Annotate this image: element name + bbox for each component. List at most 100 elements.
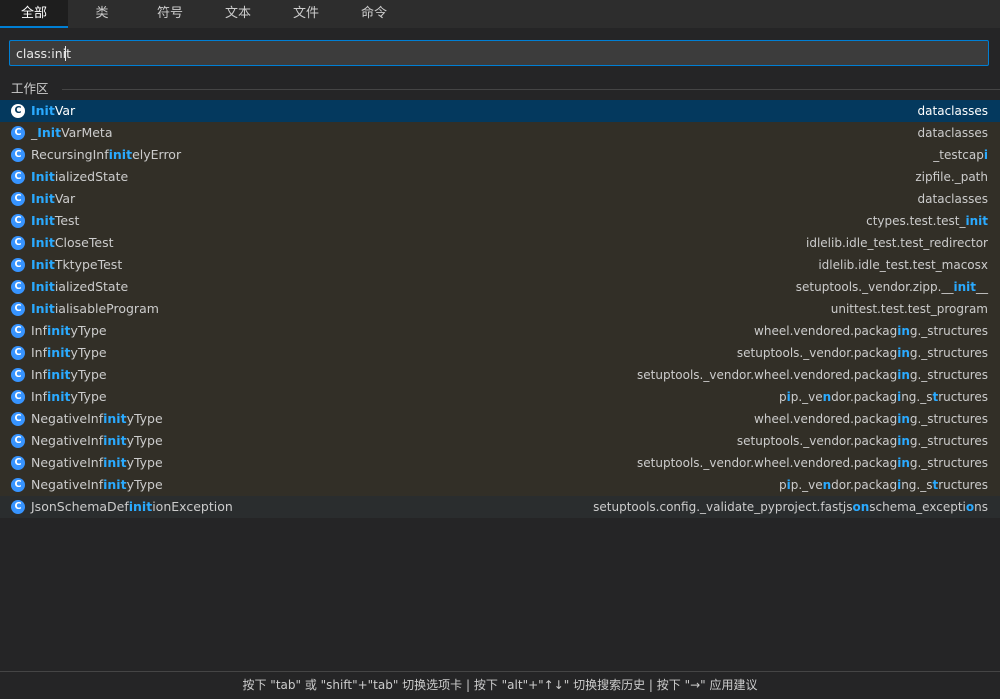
class-icon: C	[11, 368, 25, 382]
tab-commands[interactable]: 命令	[340, 0, 408, 28]
match-highlight: o	[965, 500, 975, 514]
text-segment: p._ve	[790, 478, 823, 492]
text-segment: g._structures	[909, 456, 988, 470]
match-highlight: init	[47, 323, 71, 338]
class-icon: C	[11, 236, 25, 250]
result-module-path: setuptools._vendor.zipp.__init__	[796, 276, 988, 298]
result-module-path: zipfile._path	[915, 166, 988, 188]
result-row[interactable]: C InitTktypeTest idlelib.idle_test.test_ma…	[0, 254, 1000, 276]
match-highlight: Init	[31, 103, 55, 118]
text-segment: yType	[126, 477, 163, 492]
text-segment: dor.packag	[831, 478, 898, 492]
match-highlight: init	[47, 367, 71, 382]
result-name: InfinityType	[31, 342, 107, 364]
text-segment: setuptools._vendor.zipp.__	[795, 280, 954, 294]
match-highlight: n	[822, 478, 832, 492]
class-icon: C	[11, 412, 25, 426]
result-name: InitializedState	[31, 166, 128, 188]
class-icon: C	[11, 478, 25, 492]
tab-all[interactable]: 全部	[0, 0, 68, 28]
result-row[interactable]: C InitializedState zipfile._path	[0, 166, 1000, 188]
text-segment: p._ve	[790, 390, 823, 404]
result-row[interactable]: C _InitVarMeta dataclasses	[0, 122, 1000, 144]
match-highlight: Init	[31, 301, 55, 316]
result-row[interactable]: C InitVar dataclasses	[0, 188, 1000, 210]
section-label: 工作区	[11, 81, 49, 96]
class-icon: C	[11, 148, 25, 162]
result-row[interactable]: C InitialisableProgram unittest.test.test_…	[0, 298, 1000, 320]
text-segment: ionException	[152, 499, 233, 514]
text-segment: setuptools.config._validate_pyproject.fa…	[593, 500, 853, 514]
result-row[interactable]: C InfinityType setuptools._vendor.wheel.ve…	[0, 364, 1000, 386]
text-segment: yType	[126, 411, 163, 426]
match-highlight: Init	[31, 257, 55, 272]
text-segment: yType	[70, 367, 107, 382]
result-name: _InitVarMeta	[31, 122, 112, 144]
result-row[interactable]: C NegativeInfinityType setuptools._vendor.…	[0, 430, 1000, 452]
result-row[interactable]: C RecursingInfinitelyError _testcapi	[0, 144, 1000, 166]
text-segment: NegativeInf	[31, 433, 104, 448]
class-icon: C	[11, 280, 25, 294]
text-segment: yType	[126, 433, 163, 448]
text-segment: Inf	[31, 367, 48, 382]
tab-files[interactable]: 文件	[272, 0, 340, 28]
result-module-path: dataclasses	[918, 122, 988, 144]
tab-classes[interactable]: 类	[68, 0, 136, 28]
text-segment: setuptools._vendor.packag	[736, 346, 898, 360]
result-row[interactable]: C InfinityType setuptools._vendor.packagin…	[0, 342, 1000, 364]
result-row[interactable]: C NegativeInfinityType wheel.vendored.pack…	[0, 408, 1000, 430]
text-segment: ializedState	[54, 279, 129, 294]
result-row[interactable]: C NegativeInfinityType setuptools._vendor.…	[0, 452, 1000, 474]
result-name: NegativeInfinityType	[31, 430, 163, 452]
match-highlight: init	[128, 499, 153, 514]
result-row[interactable]: C InfinityType pip._vendor.packaging._stru…	[0, 386, 1000, 408]
class-icon: C	[11, 324, 25, 338]
result-module-path: dataclasses	[918, 100, 988, 122]
result-row[interactable]: C NegativeInfinityType pip._vendor.packagi…	[0, 474, 1000, 496]
class-icon: C	[11, 126, 25, 140]
tab-text[interactable]: 文本	[204, 0, 272, 28]
text-segment: schema_excepti	[869, 500, 966, 514]
text-segment: _testcap	[933, 148, 984, 162]
result-name: NegativeInfinityType	[31, 452, 163, 474]
text-segment: idlelib.idle_test.test_macosx	[818, 258, 988, 272]
text-segment: idlelib.idle_test.test_redirector	[806, 236, 988, 250]
match-highlight: init	[108, 147, 133, 162]
result-module-path: ctypes.test.test_init	[866, 210, 988, 232]
result-name: InitTktypeTest	[31, 254, 122, 276]
text-segment: ructures	[938, 478, 988, 492]
result-module-path: setuptools.config._validate_pyproject.fa…	[593, 496, 988, 518]
result-row[interactable]: C InitializedState setuptools._vendor.zipp…	[0, 276, 1000, 298]
result-name: InitializedState	[31, 276, 128, 298]
text-segment: wheel.vendored.packag	[754, 324, 898, 338]
text-segment: Inf	[31, 389, 48, 404]
match-highlight: i	[983, 148, 988, 162]
result-row[interactable]: C JsonSchemaDefinitionException setuptools…	[0, 496, 1000, 518]
search-box	[9, 40, 989, 66]
text-segment: dor.packag	[831, 390, 898, 404]
class-icon: C	[11, 214, 25, 228]
class-icon: C	[11, 170, 25, 184]
result-row[interactable]: C InitTest ctypes.test.test_init	[0, 210, 1000, 232]
result-row[interactable]: C InitVar dataclasses	[0, 100, 1000, 122]
result-row[interactable]: C InfinityType wheel.vendored.packaging._s…	[0, 320, 1000, 342]
footer-hint: 按下 "tab" 或 "shift"+"tab" 切换选项卡 | 按下 "alt…	[0, 671, 1000, 698]
text-segment: ialisableProgram	[54, 301, 159, 316]
text-segment: __	[976, 280, 988, 294]
match-highlight: in	[897, 346, 910, 360]
result-row[interactable]: C InitCloseTest idlelib.idle_test.test_red…	[0, 232, 1000, 254]
result-module-path: setuptools._vendor.packaging._structures	[737, 430, 988, 452]
section-header-workspace: 工作区	[0, 80, 1000, 100]
result-module-path: setuptools._vendor.wheel.vendored.packag…	[637, 364, 988, 386]
match-highlight: on	[852, 500, 870, 514]
text-segment: g._structures	[909, 368, 988, 382]
text-segment: Test	[54, 213, 80, 228]
text-segment: yType	[70, 323, 107, 338]
match-highlight: in	[897, 456, 910, 470]
tab-symbols[interactable]: 符号	[136, 0, 204, 28]
class-icon: C	[11, 258, 25, 272]
text-segment: yType	[126, 455, 163, 470]
result-name: InitVar	[31, 100, 75, 122]
search-input[interactable]	[10, 41, 988, 65]
text-segment: setuptools._vendor.wheel.vendored.packag	[637, 456, 898, 470]
